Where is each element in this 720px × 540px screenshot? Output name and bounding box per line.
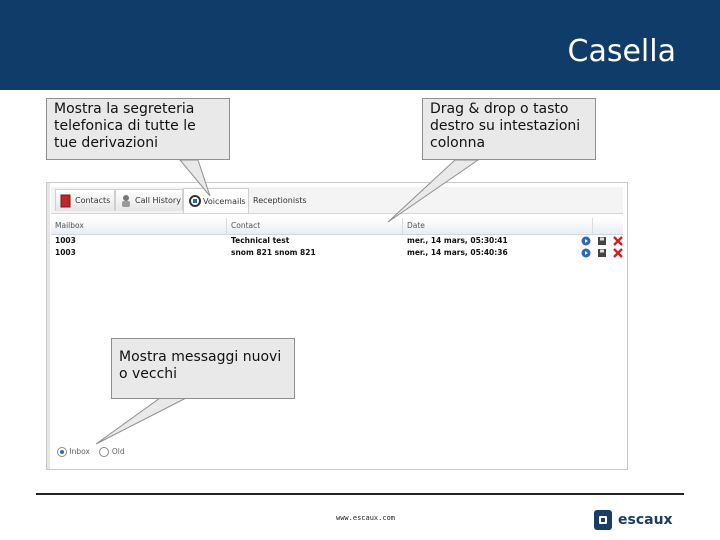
tab-voicemails[interactable]: Voicemails <box>183 188 249 213</box>
column-header-mailbox[interactable]: Mailbox <box>51 218 227 234</box>
callout-messaggi: Mostra messaggi nuovi o vecchi <box>111 338 295 399</box>
logo-mark-icon <box>594 510 612 530</box>
tab-bar: Contacts Call History Voicemails Recepti… <box>51 187 623 214</box>
cell-mailbox: 1003 <box>55 236 76 245</box>
logo-text: escaux <box>618 512 673 528</box>
column-header-actions <box>593 218 623 234</box>
old-radio[interactable] <box>99 447 110 457</box>
save-icon[interactable] <box>597 236 607 246</box>
old-label: Old <box>111 447 125 456</box>
voicemail-icon <box>188 194 201 208</box>
user-icon <box>120 194 132 208</box>
delete-icon[interactable] <box>613 248 623 258</box>
play-icon[interactable] <box>581 236 591 246</box>
tab-contacts[interactable]: Contacts <box>55 189 115 211</box>
delete-icon[interactable] <box>613 236 623 246</box>
cell-contact: snom 821 snom 821 <box>231 248 316 257</box>
footer-rule <box>36 493 684 495</box>
inbox-radio[interactable] <box>57 447 67 457</box>
inbox-label: Inbox <box>69 447 90 456</box>
cell-contact: Technical test <box>231 236 290 245</box>
book-icon <box>60 194 72 208</box>
cell-date: mer., 14 mars, 05:40:36 <box>407 248 508 257</box>
column-header-date[interactable]: Date <box>403 218 593 234</box>
table-row[interactable]: 1003 snom 821 snom 821 mer., 14 mars, 05… <box>51 247 623 259</box>
callout-dragdrop: Drag & drop o tasto destro su intestazio… <box>422 98 596 160</box>
tab-label: Receptionists <box>253 195 307 205</box>
table-row[interactable]: 1003 Technical test mer., 14 mars, 05:30… <box>51 235 623 247</box>
slide-header: Casella <box>0 0 720 90</box>
tab-call-history[interactable]: Call History <box>115 189 183 211</box>
save-icon[interactable] <box>597 248 607 258</box>
tab-label: Call History <box>135 196 181 205</box>
callout-derivazioni: Mostra la segreteria telefonica di tutte… <box>46 98 230 160</box>
cell-mailbox: 1003 <box>55 248 76 257</box>
screenshot-left-border <box>47 183 50 469</box>
tab-receptionists[interactable]: Receptionists <box>249 189 307 211</box>
tab-label: Contacts <box>75 196 111 205</box>
column-header-contact[interactable]: Contact <box>227 218 403 234</box>
escaux-logo: escaux <box>594 510 673 530</box>
voicemail-screenshot: Contacts Call History Voicemails Recepti… <box>46 182 628 470</box>
slide-title: Casella <box>567 34 676 69</box>
play-icon[interactable] <box>581 248 591 258</box>
footer-website: www.escaux.com <box>336 514 396 522</box>
tab-label: Voicemails <box>203 196 246 206</box>
filter-radios: Inbox Old <box>57 447 125 457</box>
cell-date: mer., 14 mars, 05:30:41 <box>407 236 508 245</box>
grid-header: Mailbox Contact Date <box>51 218 623 235</box>
